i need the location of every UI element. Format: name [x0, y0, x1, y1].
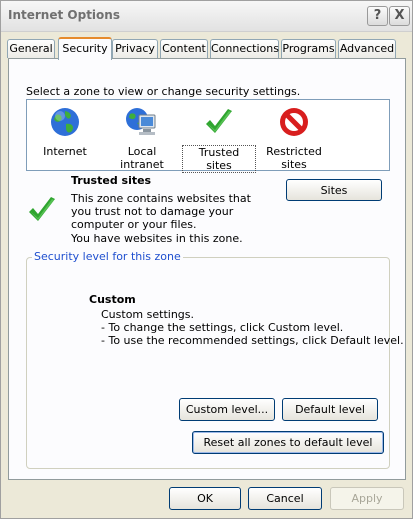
restricted-icon — [280, 108, 308, 136]
tab-general[interactable]: General — [7, 39, 55, 58]
zone-local-intranet[interactable]: Local intranet — [103, 105, 181, 171]
globe-icon — [51, 108, 79, 136]
zone-description: This zone contains websites that you tru… — [71, 192, 251, 231]
ok-button[interactable]: OK — [169, 487, 241, 510]
intranet-computer-icon — [126, 108, 156, 135]
zone-label-local-intranet: Local intranet — [120, 145, 164, 171]
internet-options-window: Internet Options ? X General Security Pr… — [0, 0, 413, 519]
level-title: Custom — [89, 293, 136, 306]
tab-programs[interactable]: Programs — [281, 39, 336, 58]
zone-trusted-sites[interactable]: Trusted sites — [182, 105, 256, 173]
window-title: Internet Options — [8, 8, 120, 22]
reset-all-zones-button[interactable]: Reset all zones to default level — [192, 431, 384, 454]
help-button[interactable]: ? — [367, 6, 388, 26]
cancel-button[interactable]: Cancel — [248, 487, 322, 510]
zone-select-prompt: Select a zone to view or change security… — [26, 85, 301, 98]
checkmark-icon — [206, 109, 232, 133]
custom-level-button[interactable]: Custom level... — [179, 398, 275, 421]
tab-privacy[interactable]: Privacy — [112, 39, 158, 58]
checkmark-icon — [29, 197, 55, 221]
sites-button-label: Sites — [320, 184, 348, 197]
title-bar[interactable]: Internet Options ? X — [1, 1, 412, 32]
tab-content[interactable]: Content — [160, 39, 208, 58]
close-button[interactable]: X — [389, 6, 410, 26]
level-line-1: Custom settings. — [101, 308, 195, 321]
security-level-label: Security level for this zone — [32, 250, 183, 263]
tab-security[interactable]: Security — [58, 37, 112, 60]
level-line-3: - To use the recommended settings, click… — [101, 334, 404, 347]
sites-button[interactable]: Sites — [286, 179, 382, 201]
zone-restricted-sites[interactable]: Restricted sites — [259, 105, 329, 171]
zone-note: You have websites in this zone. — [71, 232, 243, 245]
zone-title: Trusted sites — [71, 174, 152, 187]
security-panel: Select a zone to view or change security… — [8, 58, 406, 480]
zone-label-internet: Internet — [43, 145, 87, 158]
level-line-2: - To change the settings, click Custom l… — [101, 321, 344, 334]
zone-list: Internet Local intranet Trusted sites Re… — [26, 99, 390, 173]
tab-connections[interactable]: Connections — [210, 39, 279, 58]
apply-button[interactable]: Apply — [330, 487, 404, 510]
tab-advanced[interactable]: Advanced — [338, 39, 396, 58]
default-level-button[interactable]: Default level — [282, 398, 378, 421]
zone-label-trusted-sites: Trusted sites — [182, 145, 256, 173]
zone-label-restricted-sites: Restricted sites — [266, 145, 322, 171]
zone-internet[interactable]: Internet — [30, 105, 100, 158]
